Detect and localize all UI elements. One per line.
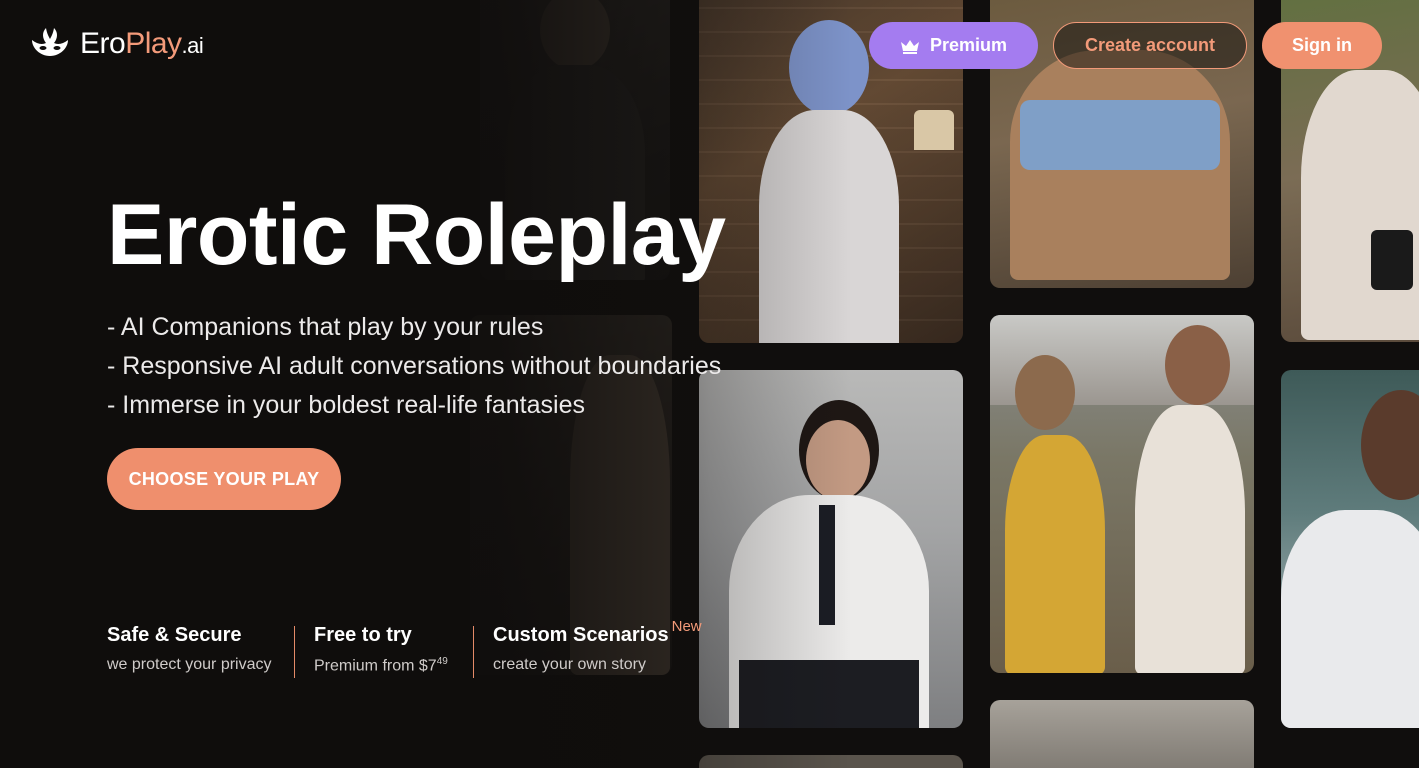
character-card-doctor[interactable]: [1281, 370, 1419, 728]
character-card-schoolgirl[interactable]: [699, 370, 963, 728]
feature-subtitle-text: Premium from $7: [314, 657, 437, 675]
logo-mask-icon: [32, 28, 68, 56]
feature-title: Safe & Secure: [107, 624, 242, 646]
hero-title: Erotic Roleplay: [107, 187, 726, 283]
choose-your-play-button[interactable]: CHOOSE YOUR PLAY: [107, 448, 341, 510]
premium-button-label: Premium: [929, 35, 1008, 55]
hero-bullets: - AI Companions that play by your rules …: [107, 308, 721, 425]
new-badge: New: [671, 618, 702, 635]
logo-text-ero: Ero: [80, 27, 126, 60]
price-cents: 49: [436, 656, 448, 667]
feature-title-text: Custom Scenarios: [493, 624, 669, 646]
feature-subtitle: Premium from $749: [314, 656, 448, 675]
feature-free-to-try: Free to try Premium from $749: [314, 624, 448, 675]
crown-icon: [900, 39, 919, 54]
hero-bullet: - Immerse in your boldest real-life fant…: [107, 391, 585, 419]
logo-text-ai: .ai: [181, 33, 204, 58]
feature-subtitle: create your own story: [493, 656, 646, 673]
feature-subtitle: we protect your privacy: [107, 656, 272, 673]
character-card-bottom-2[interactable]: [699, 755, 963, 768]
landing-page: EroPlay.ai Premium Create account Sign i…: [0, 0, 1419, 768]
feature-title: Free to try: [314, 624, 412, 646]
logo[interactable]: EroPlay.ai: [30, 26, 204, 62]
create-account-button[interactable]: Create account: [1053, 22, 1247, 69]
feature-divider: [473, 626, 474, 678]
character-card-bottom[interactable]: [990, 700, 1254, 768]
sign-in-button[interactable]: Sign in: [1262, 22, 1382, 69]
feature-title: Custom Scenarios New: [493, 618, 702, 647]
feature-divider: [294, 626, 295, 678]
logo-text: EroPlay.ai: [80, 27, 204, 61]
hero-bullet: - AI Companions that play by your rules: [107, 313, 544, 341]
hero-bullet: - Responsive AI adult conversations with…: [107, 352, 722, 380]
feature-safe-secure: Safe & Secure we protect your privacy: [107, 624, 272, 674]
feature-custom-scenarios: Custom Scenarios New create your own stor…: [493, 618, 702, 674]
character-card-street-couple[interactable]: [990, 315, 1254, 673]
premium-button[interactable]: Premium: [869, 22, 1038, 69]
logo-text-play: Play: [125, 27, 182, 60]
